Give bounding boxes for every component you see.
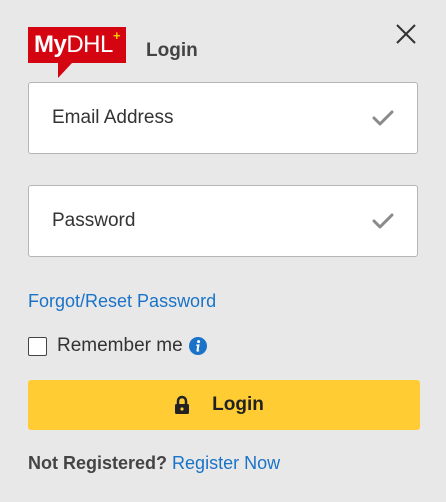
email-field-container	[28, 82, 418, 154]
close-icon	[396, 24, 416, 44]
check-icon	[372, 110, 394, 126]
dialog-title: Login	[146, 40, 198, 61]
login-button[interactable]: Login	[28, 380, 420, 430]
password-field-container	[28, 185, 418, 257]
forgot-password-link[interactable]: Forgot/Reset Password	[28, 290, 216, 312]
remember-me-label[interactable]: Remember me	[57, 335, 183, 357]
close-button[interactable]	[392, 20, 420, 48]
register-row: Not Registered? Register Now	[28, 452, 280, 474]
password-field[interactable]	[29, 186, 417, 256]
remember-me-row: Remember me	[28, 335, 207, 357]
login-button-label: Login	[212, 394, 264, 415]
remember-me-checkbox[interactable]	[28, 336, 47, 356]
not-registered-text: Not Registered?	[28, 453, 168, 473]
logo-plus: +	[113, 28, 121, 43]
info-icon[interactable]	[188, 337, 207, 355]
email-field[interactable]	[29, 83, 417, 153]
mydhl-logo: MyDHL +	[28, 27, 126, 78]
check-icon	[372, 213, 394, 229]
logo-text: MyDHL	[34, 31, 113, 58]
register-now-link[interactable]: Register Now	[172, 453, 280, 473]
lock-icon	[175, 395, 190, 414]
login-dialog: MyDHL + Login Forgot/Reset Password Reme…	[0, 0, 446, 502]
